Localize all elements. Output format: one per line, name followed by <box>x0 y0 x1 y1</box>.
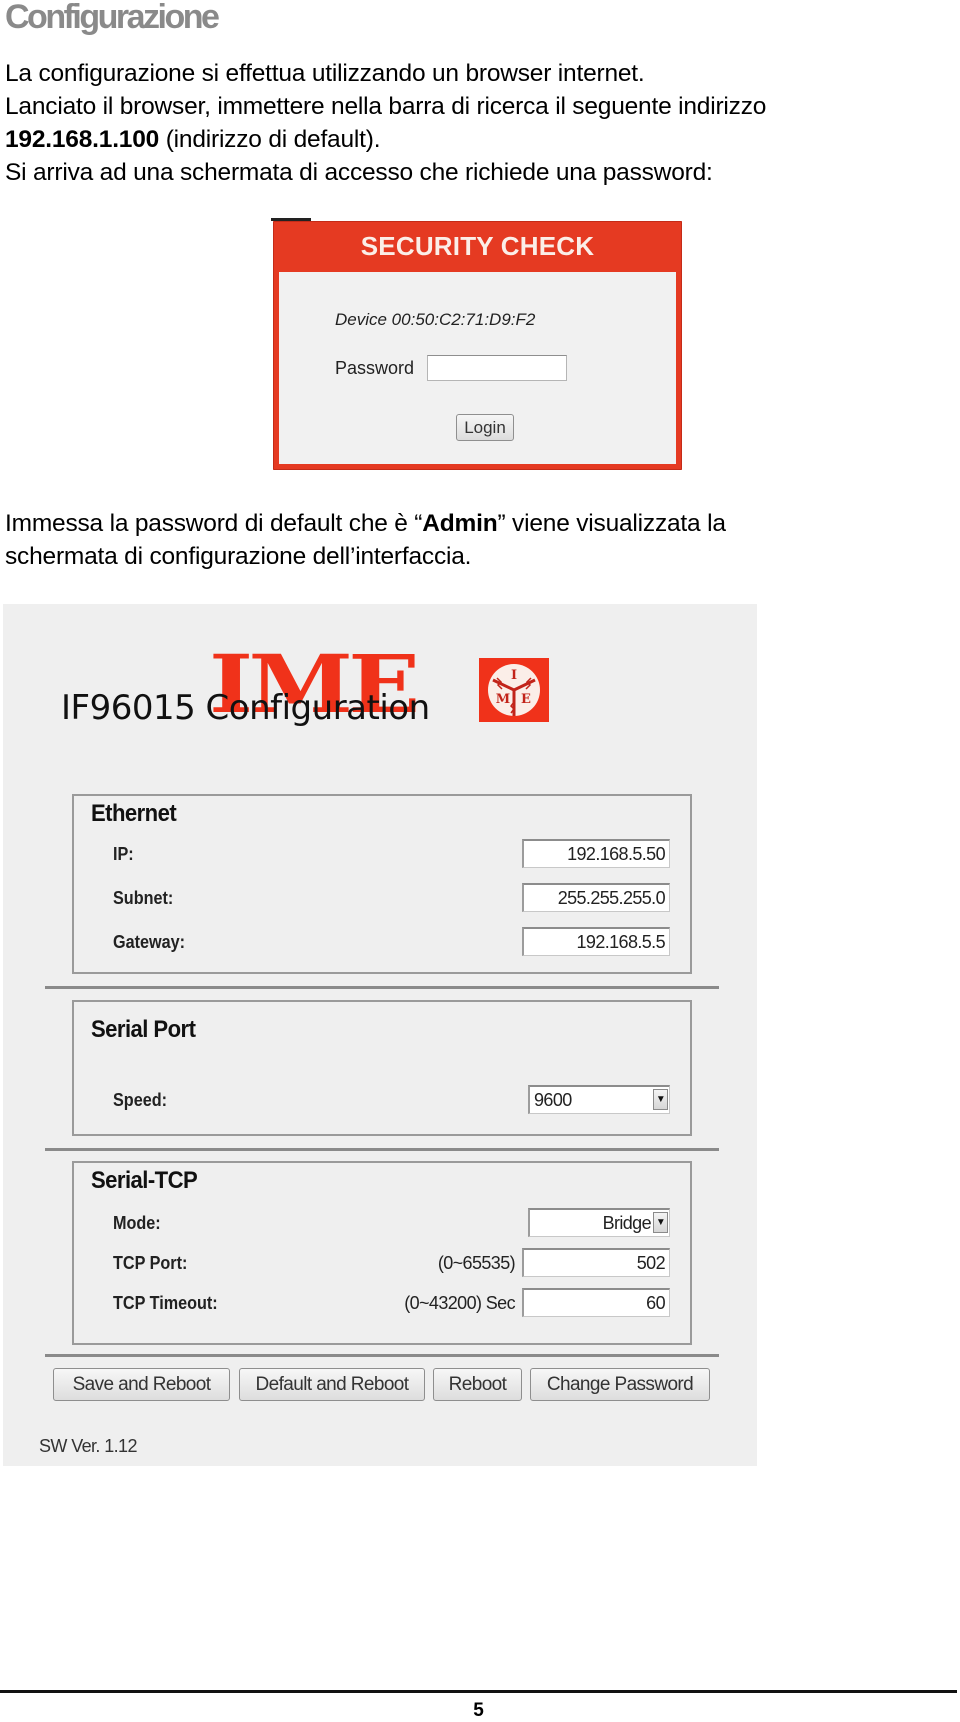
divider <box>45 1148 719 1151</box>
tcp-timeout-range-hint: (0~43200) Sec <box>404 1293 515 1313</box>
after-login-paragraph: Immessa la password di default che è “Ad… <box>5 507 726 573</box>
password-input[interactable] <box>427 355 567 381</box>
subnet-input[interactable]: 255.255.255.0 <box>522 883 670 912</box>
after-login-text-b: ” viene visualizzata la <box>497 510 726 537</box>
password-label: Password <box>335 358 415 378</box>
reboot-button[interactable]: Reboot <box>433 1368 522 1401</box>
speed-label: Speed: <box>113 1090 168 1110</box>
intro-line-2: Lanciato il browser, immettere nella bar… <box>5 93 767 120</box>
footer-divider <box>0 1690 957 1693</box>
mode-select[interactable]: Bridge ▼ <box>528 1208 670 1237</box>
tcp-port-range-hint: (0~65535) <box>437 1253 516 1273</box>
logo-mark-letter-i: I <box>511 668 517 683</box>
change-password-button[interactable]: Change Password <box>530 1368 710 1401</box>
intro-line-4: Si arriva ad una schermata di accesso ch… <box>5 159 713 186</box>
security-check-body: Device 00:50:C2:71:D9:F2 Password Login <box>279 272 676 464</box>
serial-port-fieldset: Serial Port Speed: 9600 ▼ <box>72 1000 692 1136</box>
security-check-header: SECURITY CHECK <box>360 230 595 261</box>
ethernet-legend: Ethernet <box>91 800 177 827</box>
gateway-label: Gateway: <box>113 932 186 952</box>
default-and-reboot-button[interactable]: Default and Reboot <box>239 1368 425 1401</box>
default-ip-note: (indirizzo di default). <box>165 126 381 153</box>
default-ip: 192.168.1.100 <box>5 126 160 153</box>
intro-paragraph: La configurazione si effettua utilizzand… <box>5 57 766 189</box>
login-button[interactable]: Login <box>456 414 514 441</box>
serial-tcp-fieldset: Serial-TCP Mode: Bridge ▼ TCP Port: (0~6… <box>72 1161 692 1345</box>
speed-value: 9600 <box>534 1090 572 1110</box>
tcp-timeout-input[interactable]: 60 <box>522 1288 670 1317</box>
after-login-line-1: Immessa la password di default che è “Ad… <box>5 507 726 540</box>
software-version: SW Ver. 1.12 <box>39 1436 137 1456</box>
ip-input[interactable]: 192.168.5.50 <box>522 839 670 868</box>
configuration-screenshot: IME I M E IF96015 Configuration Ethernet… <box>3 604 757 1466</box>
speed-select[interactable]: 9600 ▼ <box>528 1085 670 1114</box>
divider <box>45 1354 719 1357</box>
serial-tcp-legend: Serial-TCP <box>91 1167 198 1194</box>
gateway-input[interactable]: 192.168.5.5 <box>522 927 670 956</box>
divider <box>45 986 719 989</box>
logo-mark-letter-m: M <box>496 692 510 707</box>
mode-value: Bridge <box>602 1213 652 1233</box>
device-mac-label: Device 00:50:C2:71:D9:F2 <box>335 310 536 329</box>
tcp-port-label: TCP Port: <box>113 1253 188 1273</box>
serial-port-legend: Serial Port <box>91 1016 196 1043</box>
security-check-screenshot: SECURITY CHECK Device 00:50:C2:71:D9:F2 … <box>271 218 682 470</box>
tcp-port-input[interactable]: 502 <box>522 1248 670 1277</box>
after-login-text-a: Immessa la password di default che è “ <box>5 510 423 537</box>
logo-mark-letter-e: E <box>521 692 531 707</box>
chevron-down-icon[interactable]: ▼ <box>653 1089 668 1110</box>
document-title: Configurazione <box>5 0 220 36</box>
default-password: Admin <box>422 510 498 537</box>
ethernet-fieldset: Ethernet IP: 192.168.5.50 Subnet: 255.25… <box>72 794 692 974</box>
after-login-line-2: schermata di configurazione dell’interfa… <box>5 543 472 570</box>
ime-logo-mark-icon: I M E <box>479 658 549 722</box>
intro-line-3: 192.168.1.100 (indirizzo di default). <box>5 123 766 156</box>
subnet-label: Subnet: <box>113 888 174 908</box>
save-and-reboot-button[interactable]: Save and Reboot <box>53 1368 230 1401</box>
mode-label: Mode: <box>113 1213 161 1233</box>
page-number: 5 <box>473 1700 484 1721</box>
config-title: IF96015 Configuration <box>61 688 430 728</box>
tcp-timeout-label: TCP Timeout: <box>113 1293 218 1313</box>
ip-label: IP: <box>113 844 134 864</box>
intro-line-1: La configurazione si effettua utilizzand… <box>5 60 645 87</box>
chevron-down-icon[interactable]: ▼ <box>653 1212 668 1233</box>
